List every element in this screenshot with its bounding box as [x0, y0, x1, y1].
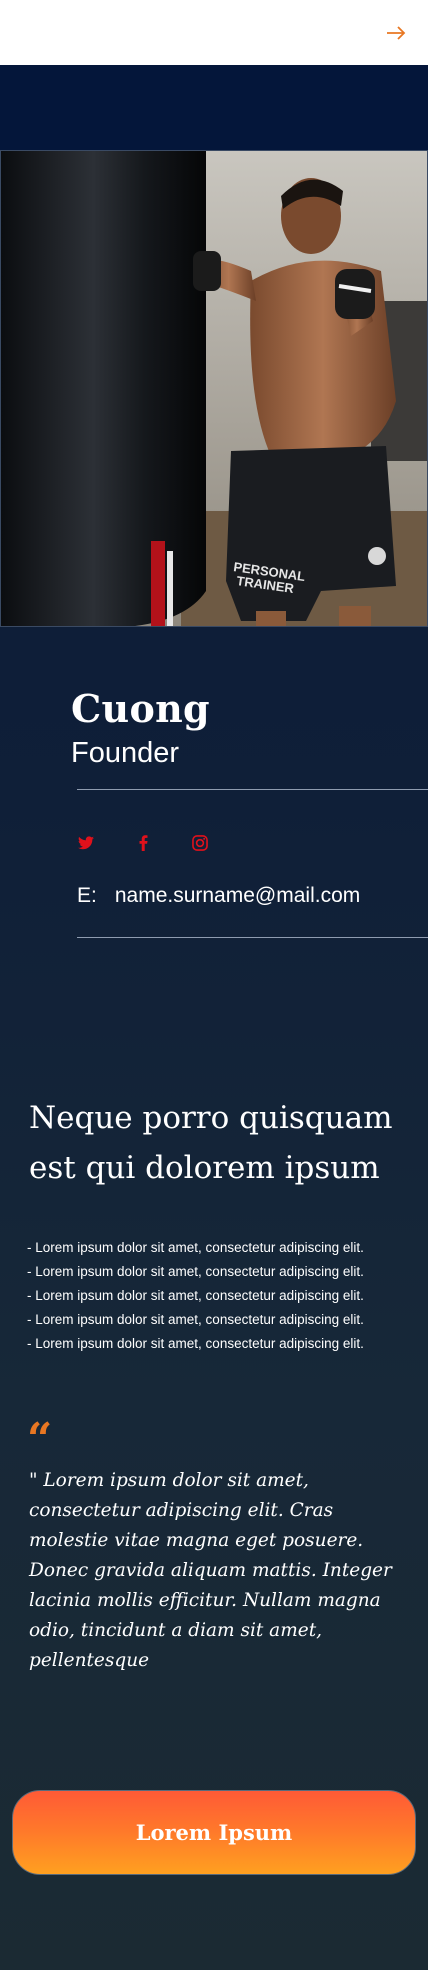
- list-item: - Lorem ipsum dolor sit amet, consectetu…: [27, 1240, 364, 1255]
- header-band: [0, 65, 428, 150]
- email-label: E:: [77, 884, 97, 907]
- top-bar: [0, 0, 428, 65]
- arrow-right-icon[interactable]: [386, 26, 406, 40]
- twitter-icon[interactable]: [75, 832, 97, 854]
- hero-photo: PERSONAL TRAINER: [0, 150, 428, 627]
- profile-role: Founder: [71, 737, 180, 769]
- list-item: - Lorem ipsum dolor sit amet, consectetu…: [27, 1336, 364, 1351]
- divider-top: [77, 789, 428, 790]
- profile-name: Cuong: [71, 686, 210, 731]
- facebook-icon[interactable]: [132, 832, 154, 854]
- divider-bottom: [77, 937, 428, 938]
- email-link[interactable]: name.surname@mail.com: [115, 884, 360, 908]
- email-row: E: name.surname@mail.com: [77, 884, 360, 908]
- quote-icon: “: [27, 1414, 53, 1465]
- bullet-list: - Lorem ipsum dolor sit amet, consectetu…: [27, 1236, 422, 1356]
- list-item: - Lorem ipsum dolor sit amet, consectetu…: [27, 1312, 364, 1327]
- list-item: - Lorem ipsum dolor sit amet, consectetu…: [27, 1264, 364, 1279]
- cta-button[interactable]: Lorem Ipsum: [12, 1790, 416, 1875]
- instagram-icon[interactable]: [189, 832, 211, 854]
- list-item: - Lorem ipsum dolor sit amet, consectetu…: [27, 1288, 364, 1303]
- section-headline: Neque porro quisquam est qui dolorem ips…: [29, 1100, 393, 1186]
- quote-text: " Lorem ipsum dolor sit amet, consectetu…: [29, 1470, 392, 1671]
